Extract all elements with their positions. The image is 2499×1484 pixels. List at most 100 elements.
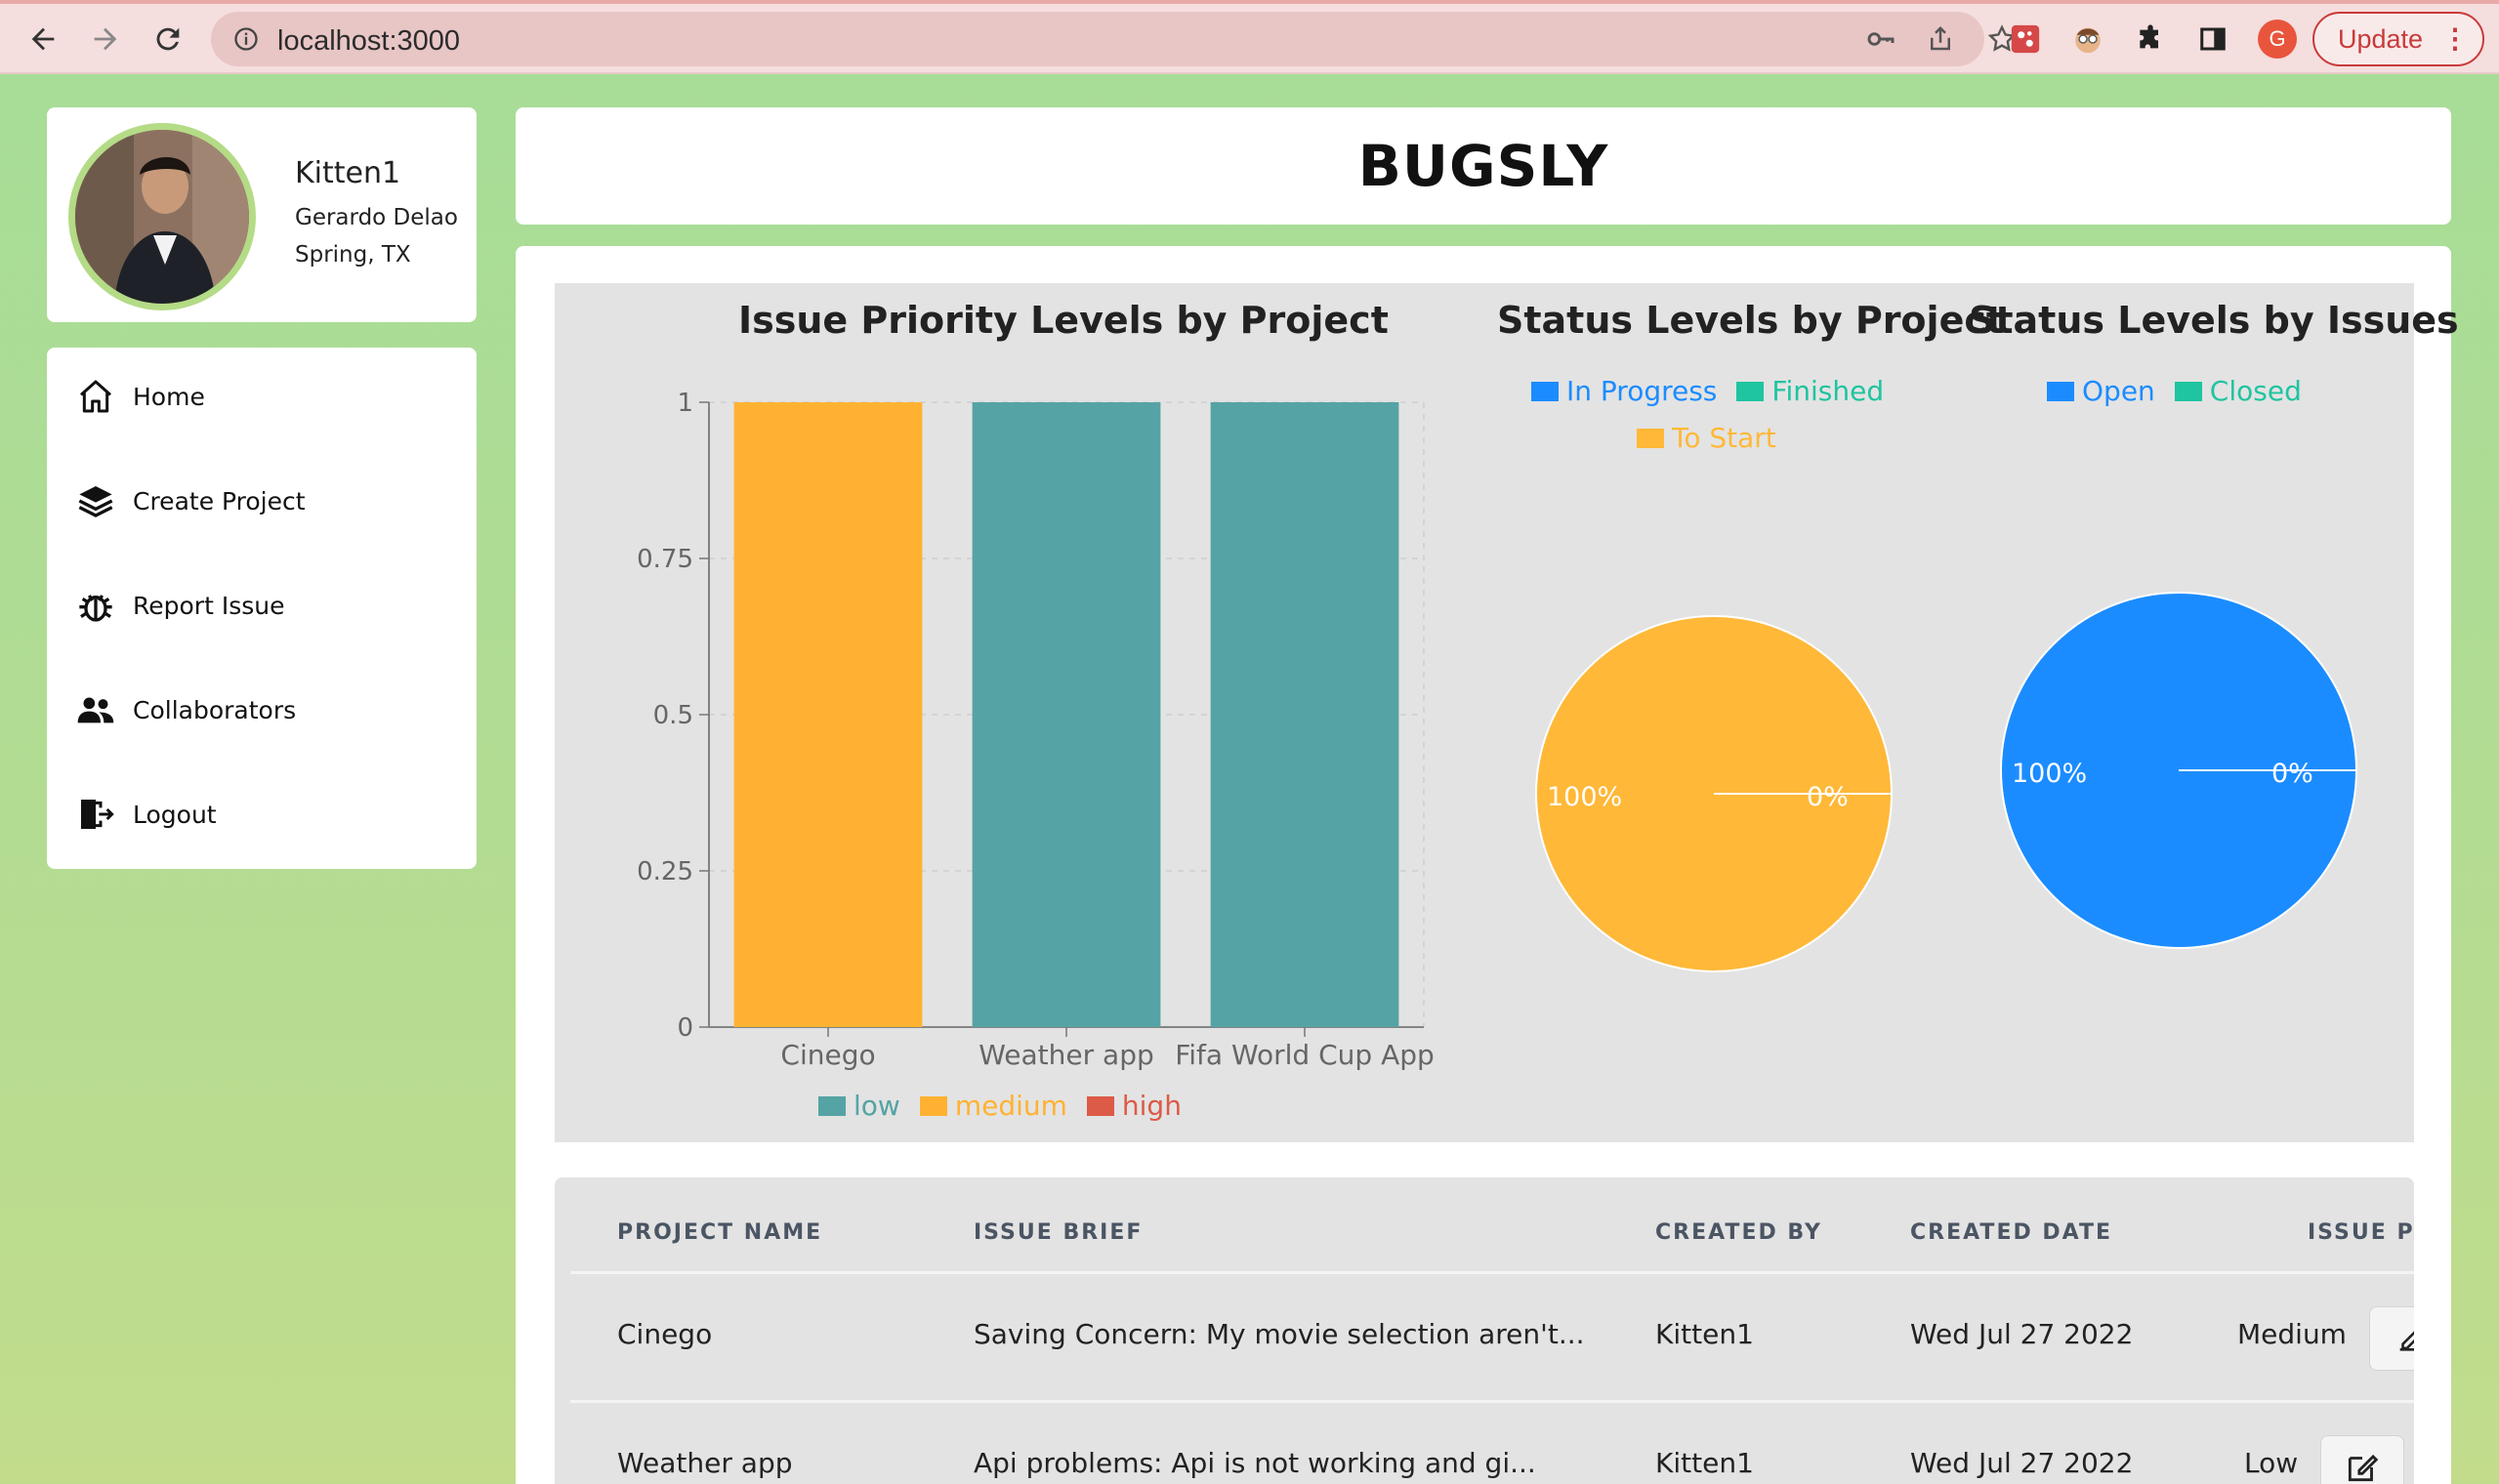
cell-priority: Low xyxy=(2244,1447,2299,1479)
site-info-icon[interactable] xyxy=(232,25,260,57)
legend-swatch-closed xyxy=(2174,381,2202,401)
legend-swatch-open xyxy=(2047,381,2074,401)
page-title: BUGSLY xyxy=(1357,133,1609,199)
url-text[interactable]: localhost:3000 xyxy=(277,25,460,58)
legend-label-high: high xyxy=(1121,1090,1182,1122)
share-icon[interactable] xyxy=(1926,23,1955,59)
legend-item-open[interactable]: Open xyxy=(2047,375,2155,407)
column-header-project-name[interactable]: PROJECT NAME xyxy=(617,1220,822,1245)
legend-item-low[interactable]: low xyxy=(818,1090,900,1122)
address-bar[interactable]: localhost:3000 xyxy=(211,12,2017,66)
issues-table: PROJECT NAME ISSUE BRIEF CREATED BY CREA… xyxy=(555,1177,2414,1484)
legend-label-low: low xyxy=(854,1090,900,1122)
project-status-legend-row1: In Progress Finished xyxy=(1531,375,1903,407)
row-divider xyxy=(570,1400,2414,1403)
legend-swatch-to-start xyxy=(1637,428,1664,448)
column-header-issue-priority[interactable]: ISSUE PI xyxy=(2308,1220,2414,1245)
profile-username: Kitten1 xyxy=(295,156,401,190)
legend-item-finished[interactable]: Finished xyxy=(1736,375,1884,407)
edit-issue-button[interactable] xyxy=(2369,1306,2414,1371)
bar-medium[interactable] xyxy=(733,402,923,1027)
cell-date: Wed Jul 27 2022 xyxy=(1910,1318,2134,1350)
forward-icon[interactable] xyxy=(84,18,127,61)
profile-full-name: Gerardo Delao xyxy=(295,205,458,230)
sidebar-item-home[interactable]: Home xyxy=(74,367,465,426)
legend-label-medium: medium xyxy=(954,1090,1067,1122)
legend-swatch-medium xyxy=(919,1095,947,1116)
sidebar-item-label: Home xyxy=(133,382,205,411)
edit-icon xyxy=(2348,1454,2379,1482)
issue-status-pie-chart: 100% 0% xyxy=(2000,592,2357,949)
legend-label-open: Open xyxy=(2082,375,2155,407)
header-card: BUGSLY xyxy=(516,107,2451,225)
cell-brief: Api problems: Api is not working and gi.… xyxy=(974,1447,1536,1479)
column-header-issue-brief[interactable]: ISSUE BRIEF xyxy=(974,1220,1143,1245)
charts-area: Issue Priority Levels by Project 0 0.25 0.… xyxy=(555,283,2459,1142)
extensions-puzzle-icon[interactable] xyxy=(2129,18,2172,61)
legend-swatch-high xyxy=(1086,1095,1114,1116)
back-icon[interactable] xyxy=(21,18,64,61)
home-icon xyxy=(74,375,117,418)
profile-location: Spring, TX xyxy=(295,242,411,268)
legend-label-finished: Finished xyxy=(1771,375,1885,407)
sidebar-item-report-issue[interactable]: Report Issue xyxy=(74,576,465,635)
edit-issue-button[interactable] xyxy=(2320,1435,2404,1484)
edit-icon xyxy=(2399,1331,2414,1351)
bar-chart-legend: low medium high xyxy=(818,1090,1201,1122)
issue-status-legend: Open Closed xyxy=(2047,375,2321,407)
sidebar-item-label: Collaborators xyxy=(133,695,297,724)
x-tick-label: Fifa World Cup App xyxy=(1175,1039,1435,1071)
logout-icon xyxy=(74,793,117,836)
cell-project: Cinego xyxy=(617,1318,713,1350)
sidebar-item-label: Report Issue xyxy=(133,591,285,620)
legend-swatch-in-progress xyxy=(1531,381,1559,401)
legend-swatch-finished xyxy=(1736,381,1765,401)
avatar xyxy=(68,123,256,310)
sidebar-item-logout[interactable]: Logout xyxy=(74,785,465,844)
x-tick-label: Cinego xyxy=(780,1039,875,1071)
browser-menu-icon[interactable]: ⋮ xyxy=(2441,14,2469,64)
cell-priority: Medium xyxy=(2237,1318,2347,1350)
cell-brief: Saving Concern: My movie selection aren'… xyxy=(974,1318,1585,1350)
sidebar-item-create-project[interactable]: Create Project xyxy=(74,472,465,530)
legend-item-closed[interactable]: Closed xyxy=(2174,375,2302,407)
bar-low[interactable] xyxy=(972,402,1161,1027)
legend-item-to-start[interactable]: To Start xyxy=(1637,422,1776,454)
layers-icon xyxy=(74,479,117,522)
legend-label-closed: Closed xyxy=(2209,375,2302,407)
column-header-created-by[interactable]: CREATED BY xyxy=(1655,1220,1822,1245)
issue-status-title: Status Levels by Issues xyxy=(1969,299,2459,342)
browser-profile-avatar[interactable]: G xyxy=(2258,20,2297,59)
y-tick-label: 0.75 xyxy=(637,545,693,574)
extension-face-icon[interactable] xyxy=(2066,18,2109,61)
project-status-pie-chart: 100% 0% xyxy=(1535,615,1893,972)
legend-item-in-progress[interactable]: In Progress xyxy=(1531,375,1717,407)
reload-icon[interactable] xyxy=(146,18,189,61)
extension-red-icon[interactable] xyxy=(2004,18,2047,61)
legend-item-high[interactable]: high xyxy=(1086,1090,1182,1122)
bar-low[interactable] xyxy=(1210,402,1399,1027)
sidebar-item-collaborators[interactable]: Collaborators xyxy=(74,680,465,739)
tab-strip-accent xyxy=(0,0,2499,4)
cell-created-by: Kitten1 xyxy=(1655,1447,1754,1479)
cell-project: Weather app xyxy=(617,1447,793,1479)
users-icon xyxy=(74,688,117,731)
row-divider xyxy=(570,1271,2414,1274)
browser-update-button[interactable]: Update ⋮ xyxy=(2312,12,2484,66)
bug-icon xyxy=(74,584,117,627)
pie-label-0: 0% xyxy=(1807,782,1849,812)
pie-label-100: 100% xyxy=(2012,759,2087,789)
side-panel-icon[interactable] xyxy=(2191,18,2234,61)
legend-label-to-start: To Start xyxy=(1672,422,1776,454)
legend-item-medium[interactable]: medium xyxy=(919,1090,1067,1122)
key-icon[interactable] xyxy=(1865,23,1896,59)
sidebar-item-label: Logout xyxy=(133,800,217,829)
priority-bar-chart: 0 0.25 0.5 0.75 1 Cinego Weather app Fifa World… xyxy=(637,389,1435,1071)
browser-toolbar: localhost:3000 G Update ⋮ xyxy=(0,0,2499,74)
cell-date: Wed Jul 27 2022 xyxy=(1910,1447,2134,1479)
y-tick-label: 1 xyxy=(677,389,693,418)
project-status-title: Status Levels by Project xyxy=(1497,299,2005,342)
column-header-created-date[interactable]: CREATED DATE xyxy=(1910,1220,2112,1245)
profile-card: Kitten1 Gerardo Delao Spring, TX xyxy=(47,107,477,322)
y-tick-label: 0.25 xyxy=(637,857,693,886)
